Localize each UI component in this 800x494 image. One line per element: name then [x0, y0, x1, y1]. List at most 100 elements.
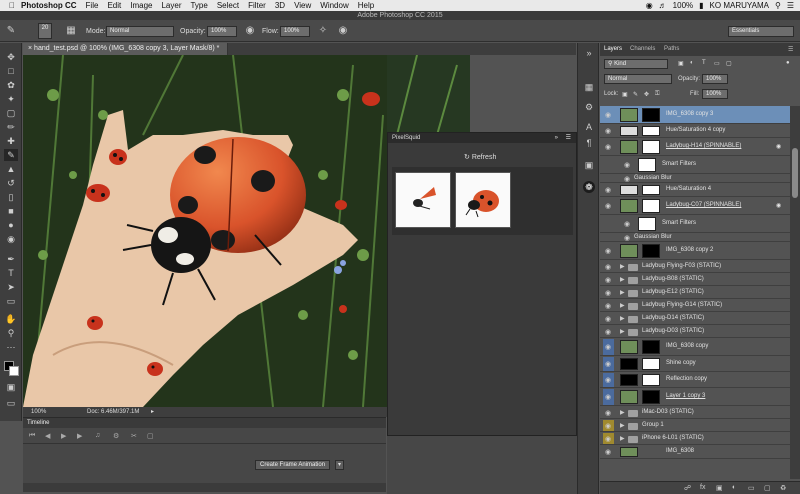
layer-row[interactable]: ◉ IMG_6308 copy 3	[600, 106, 790, 124]
layer-row[interactable]: ◉ Hue/Saturation 4 copy	[600, 124, 790, 138]
lock-position-icon[interactable]: ✥	[644, 91, 649, 98]
layer-row[interactable]: ◉ Hue/Saturation 4	[600, 183, 790, 197]
zoom-level[interactable]: 100%	[31, 407, 46, 417]
split-icon[interactable]: ✂	[131, 432, 137, 440]
visibility-eye-icon[interactable]: ◉	[603, 127, 613, 135]
layer-name[interactable]: Smart Filters	[662, 220, 696, 226]
layer-name[interactable]: Ladybug Flying-F03 (STATIC)	[642, 263, 721, 269]
layer-row[interactable]: ◉ Smart Filters	[600, 215, 790, 233]
layer-name[interactable]: Gaussian Blur	[634, 234, 672, 240]
layer-name[interactable]: Ladybug-D14 (STATIC)	[642, 315, 704, 321]
visibility-eye-icon[interactable]: ◉	[603, 202, 613, 210]
doc-info[interactable]: Doc: 6.46M/397.1M	[87, 407, 139, 417]
blend-mode-select[interactable]: Normal	[604, 74, 672, 84]
layer-thumbnail[interactable]	[620, 374, 638, 386]
filter-adjust-icon[interactable]: ◐	[690, 60, 694, 66]
gradient-tool-icon[interactable]: ■	[4, 205, 18, 217]
layer-mask-thumbnail[interactable]	[642, 108, 660, 122]
quick-select-tool-icon[interactable]: ✦	[4, 93, 18, 105]
fill-field[interactable]: 100%	[702, 89, 728, 99]
result-thumbnail[interactable]	[455, 172, 511, 228]
layer-style-icon[interactable]: fx	[700, 484, 705, 491]
smart-filter-icon[interactable]: ◉	[776, 143, 781, 150]
workspace-select[interactable]: Essentials	[728, 26, 794, 37]
layer-name[interactable]: iPhone 6-L01 (STATIC)	[642, 435, 704, 441]
document-canvas[interactable]	[23, 55, 387, 407]
layer-mask-thumbnail[interactable]	[642, 340, 660, 354]
eyedropper-tool-icon[interactable]: ✏	[4, 121, 18, 133]
menu-edit[interactable]: Edit	[107, 1, 121, 10]
collapse-dock-icon[interactable]: »	[583, 47, 595, 59]
layer-row[interactable]: ◉ Reflection copy	[600, 372, 790, 388]
expand-arrow-icon[interactable]: ▶	[620, 422, 625, 429]
filter-visibility-icon[interactable]: ◉	[622, 234, 632, 242]
expand-arrow-icon[interactable]: ▶	[620, 302, 625, 309]
layer-name[interactable]: Ladybug-C07 (SPINNABLE)	[666, 202, 741, 208]
layer-thumbnail[interactable]	[620, 244, 638, 258]
layers-scrollbar-thumb[interactable]	[792, 148, 798, 198]
zoom-tool-icon[interactable]: ⚲	[4, 327, 18, 339]
panel-menu-icon[interactable]: ☰	[566, 133, 571, 143]
filter-kind-select[interactable]: ⚲ Kind	[604, 59, 668, 69]
layer-mask-thumbnail[interactable]	[642, 126, 660, 136]
filter-visibility-icon[interactable]: ◉	[622, 175, 632, 183]
layer-name[interactable]: Reflection copy	[666, 376, 707, 382]
apple-icon[interactable]: 	[9, 1, 15, 10]
swatches-panel-icon[interactable]: ▣	[583, 159, 595, 171]
expand-arrow-icon[interactable]: ▶	[620, 289, 625, 296]
transition-icon[interactable]: ▢	[147, 432, 154, 440]
layer-mask-thumbnail[interactable]	[642, 390, 660, 404]
refresh-button[interactable]: ↻ Refresh	[464, 153, 496, 161]
visibility-eye-icon[interactable]: ◉	[603, 143, 613, 151]
new-adjustment-icon[interactable]: ◐	[732, 484, 736, 491]
layer-thumbnail[interactable]	[620, 390, 638, 404]
visibility-eye-icon[interactable]: ◉	[603, 186, 613, 194]
blur-tool-icon[interactable]: ●	[4, 219, 18, 231]
expand-arrow-icon[interactable]: ▶	[620, 328, 625, 335]
tab-channels[interactable]: Channels	[630, 46, 655, 52]
layer-thumbnail[interactable]	[638, 158, 656, 172]
menu-select[interactable]: Select	[217, 1, 239, 10]
visibility-eye-icon[interactable]: ◉	[603, 448, 613, 456]
crop-tool-icon[interactable]: ▢	[4, 107, 18, 119]
pen-tool-icon[interactable]: ✒	[4, 253, 18, 265]
layer-thumbnail[interactable]	[620, 108, 638, 122]
next-frame-icon[interactable]: ▶	[77, 432, 82, 440]
lock-all-icon[interactable]: ⚿	[655, 91, 660, 98]
expand-arrow-icon[interactable]: ▶	[620, 435, 625, 442]
expand-arrow-icon[interactable]: ▶	[620, 315, 625, 322]
properties-panel-icon[interactable]: ⚙	[583, 101, 595, 113]
brush-size-picker[interactable]: 20	[38, 23, 52, 39]
history-panel-icon[interactable]: ▦	[583, 81, 595, 93]
layer-name[interactable]: Group 1	[642, 422, 664, 428]
brush-panel-icon[interactable]: ▦	[64, 24, 78, 38]
layer-name[interactable]: Gaussian Blur	[634, 175, 672, 181]
path-select-tool-icon[interactable]: ➤	[4, 281, 18, 293]
healing-tool-icon[interactable]: ✚	[4, 135, 18, 147]
layer-thumbnail[interactable]	[638, 217, 656, 231]
visibility-eye-icon[interactable]: ◉	[603, 393, 613, 401]
visibility-eye-icon[interactable]: ◉	[603, 276, 613, 284]
layer-row[interactable]: ◉ ▶ iMac-D03 (STATIC)	[600, 406, 790, 419]
layer-row[interactable]: ◉ Ladybug-H14 (SPINNABLE) ◉	[600, 138, 790, 156]
filter-toggle-icon[interactable]: ●	[786, 60, 790, 66]
menu-layer[interactable]: Layer	[161, 1, 181, 10]
layer-row[interactable]: ◉ Ladybug-C07 (SPINNABLE) ◉	[600, 197, 790, 215]
layer-row[interactable]: ◉ IMG_6308	[600, 445, 790, 459]
layer-thumbnail[interactable]	[620, 126, 638, 136]
eraser-tool-icon[interactable]: ▯	[4, 191, 18, 203]
first-frame-icon[interactable]: ⏮	[29, 432, 35, 440]
screen-mode-icon[interactable]: ▭	[4, 397, 18, 409]
volume-icon[interactable]: ♬	[659, 1, 667, 10]
quick-mask-icon[interactable]: ▣	[4, 381, 18, 393]
layer-mask-thumbnail[interactable]	[642, 185, 660, 195]
layer-mask-thumbnail[interactable]	[642, 244, 660, 258]
layers-scrollbar[interactable]	[790, 106, 800, 479]
layer-thumbnail[interactable]	[620, 447, 638, 457]
document-tab[interactable]: × hand_test.psd @ 100% (IMG_6308 copy 3,…	[23, 43, 228, 55]
lasso-tool-icon[interactable]: ✿	[4, 79, 18, 91]
layer-row[interactable]: ◉ ▶ Ladybug Flying-F03 (STATIC)	[600, 260, 790, 273]
layer-row[interactable]: ◉ Gaussian Blur	[600, 174, 790, 183]
layer-thumbnail[interactable]	[620, 185, 638, 195]
layer-row[interactable]: ◉ ▶ Ladybug-E12 (STATIC)	[600, 286, 790, 299]
